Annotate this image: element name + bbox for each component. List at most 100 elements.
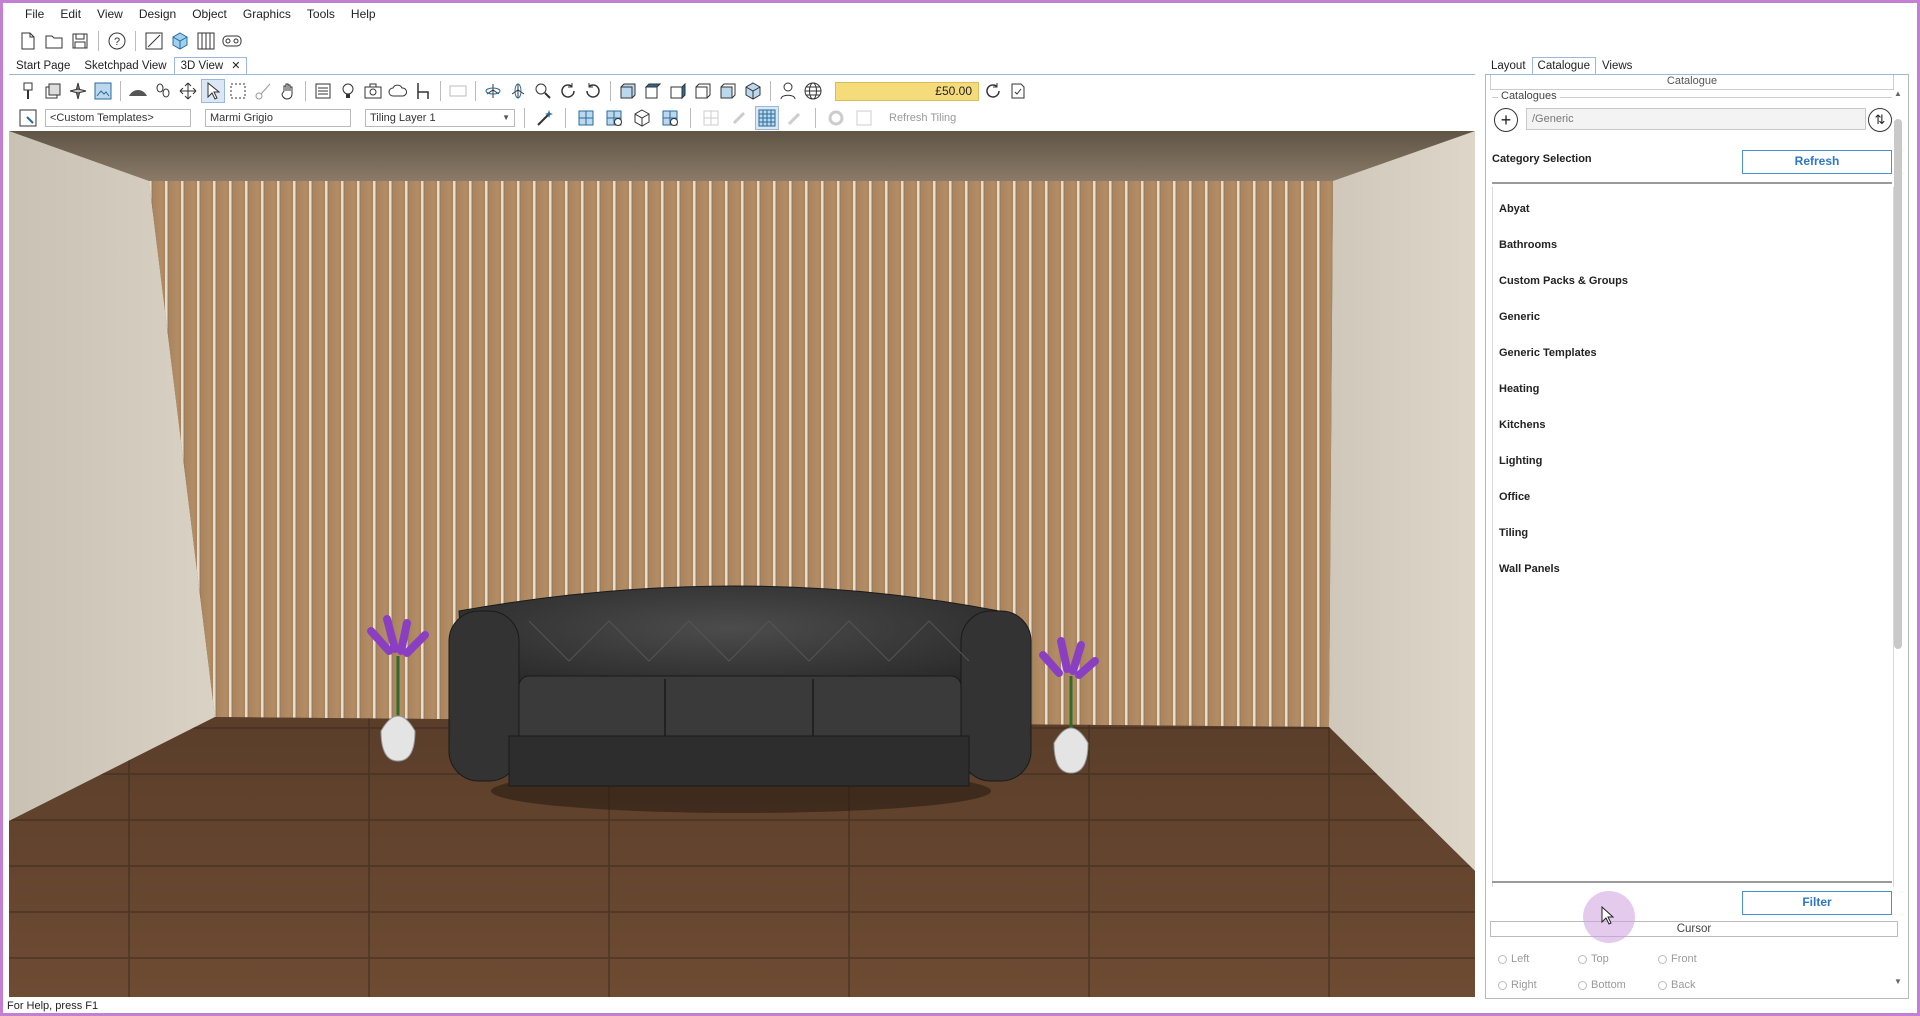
radio-bottom[interactable]: Bottom [1578, 979, 1658, 991]
sketch-layout-icon[interactable] [143, 30, 165, 52]
refresh-button[interactable]: Refresh [1742, 150, 1892, 174]
toolbar-separator [610, 81, 611, 101]
category-item-heating[interactable]: Heating [1499, 383, 1539, 395]
radio-dot [1658, 980, 1667, 990]
surface-icon[interactable] [127, 80, 149, 102]
tile-cube-icon[interactable] [631, 107, 653, 129]
menu-view[interactable]: View [89, 3, 131, 25]
scissors-icon[interactable] [252, 80, 274, 102]
marquee-select-icon[interactable] [227, 80, 249, 102]
template-field[interactable]: <Custom Templates> [45, 109, 191, 127]
tile-pattern-icon[interactable] [755, 106, 779, 130]
chair-icon[interactable] [412, 80, 434, 102]
compass-icon[interactable] [67, 80, 89, 102]
category-item-bathrooms[interactable]: Bathrooms [1499, 239, 1557, 251]
move-icon[interactable] [177, 80, 199, 102]
category-item-office[interactable]: Office [1499, 491, 1530, 503]
toolbar-separator [690, 108, 691, 128]
select-pointer-icon[interactable] [201, 79, 225, 103]
refresh-icon[interactable] [982, 80, 1004, 102]
new-file-icon[interactable] [17, 30, 39, 52]
3d-viewport[interactable] [9, 131, 1475, 997]
add-catalogue-icon[interactable]: + [1494, 108, 1518, 132]
catalogue-path-field[interactable]: /Generic [1526, 108, 1866, 130]
radio-back[interactable]: Back [1658, 979, 1738, 991]
layers-icon[interactable] [42, 80, 64, 102]
person-icon[interactable] [777, 80, 799, 102]
tiling-layer-select[interactable]: Tiling Layer 1 ▼ [365, 109, 515, 127]
tile-grid-icon[interactable] [575, 107, 597, 129]
scroll-down-icon[interactable]: ▼ [1892, 977, 1904, 986]
catalogues-group: Catalogues + /Generic ⇅ [1492, 90, 1892, 138]
frame-disabled-icon [447, 80, 469, 102]
material-field[interactable]: Marmi Grigio [205, 109, 351, 127]
category-item-tiling[interactable]: Tiling [1499, 527, 1528, 539]
magic-wand-icon[interactable] [534, 107, 556, 129]
panel-view-icon[interactable] [195, 30, 217, 52]
template-pick-icon[interactable] [17, 107, 39, 129]
tab-layout[interactable]: Layout [1485, 57, 1532, 75]
tile-map-disabled-icon [853, 107, 875, 129]
radio-right[interactable]: Right [1498, 979, 1578, 991]
category-item-abyat[interactable]: Abyat [1499, 203, 1530, 215]
radio-left-label: Left [1511, 953, 1530, 965]
cloud-icon[interactable] [387, 80, 409, 102]
view-front-icon[interactable] [617, 80, 639, 102]
scroll-up-icon[interactable]: ▲ [1892, 89, 1904, 98]
close-tab-icon[interactable]: ✕ [231, 60, 240, 72]
globe-icon[interactable] [802, 80, 824, 102]
light-bulb-icon[interactable] [337, 80, 359, 102]
filter-button[interactable]: Filter [1742, 891, 1892, 915]
tile-grid-add-icon[interactable] [603, 107, 625, 129]
tab-catalogue[interactable]: Catalogue [1531, 57, 1596, 75]
tiling-layer-value: Tiling Layer 1 [370, 112, 436, 124]
radio-left[interactable]: Left [1498, 953, 1578, 965]
list-properties-icon[interactable] [312, 80, 334, 102]
category-item-generic-templates[interactable]: Generic Templates [1499, 347, 1597, 359]
radio-top[interactable]: Top [1578, 953, 1658, 965]
tab-sketchpad-view[interactable]: Sketchpad View [77, 57, 173, 75]
category-item-lighting[interactable]: Lighting [1499, 455, 1542, 467]
menu-graphics[interactable]: Graphics [235, 3, 299, 25]
rotate-ccw-icon[interactable] [582, 80, 604, 102]
view-left-icon[interactable] [717, 80, 739, 102]
footprints-icon[interactable] [152, 80, 174, 102]
rotate-axis-x-icon[interactable] [482, 80, 504, 102]
view-side-icon[interactable] [667, 80, 689, 102]
camera-icon[interactable] [362, 80, 384, 102]
hand-pan-icon[interactable] [277, 80, 299, 102]
tile-settings-icon[interactable] [659, 107, 681, 129]
view-back-icon[interactable] [692, 80, 714, 102]
save-icon[interactable] [69, 30, 91, 52]
toolbar-separator [475, 81, 476, 101]
category-item-kitchens[interactable]: Kitchens [1499, 419, 1545, 431]
category-item-wall-panels[interactable]: Wall Panels [1499, 563, 1560, 575]
open-folder-icon[interactable] [43, 30, 65, 52]
paint-brush-icon[interactable] [17, 80, 39, 102]
menu-object[interactable]: Object [184, 3, 235, 25]
menu-file[interactable]: File [17, 3, 52, 25]
tab-start-page[interactable]: Start Page [9, 57, 77, 75]
menu-design[interactable]: Design [131, 3, 184, 25]
rotate-cw-icon[interactable] [557, 80, 579, 102]
category-item-custom-packs[interactable]: Custom Packs & Groups [1499, 275, 1628, 287]
view-iso-icon[interactable] [742, 80, 764, 102]
3d-box-icon[interactable] [169, 30, 191, 52]
menu-tools[interactable]: Tools [299, 3, 343, 25]
vr-headset-icon[interactable] [221, 30, 243, 52]
category-item-generic[interactable]: Generic [1499, 311, 1540, 323]
radio-front[interactable]: Front [1658, 953, 1738, 965]
help-icon[interactable]: ? [106, 30, 128, 52]
menu-edit[interactable]: Edit [52, 3, 89, 25]
view-top-icon[interactable] [642, 80, 664, 102]
picture-frame-icon[interactable] [92, 80, 114, 102]
rotate-axis-y-icon[interactable] [507, 80, 529, 102]
scroll-thumb[interactable] [1894, 119, 1902, 649]
checklist-icon[interactable] [1007, 80, 1029, 102]
zoom-icon[interactable] [532, 80, 554, 102]
panel-scrollbar[interactable]: ▲ ▼ [1892, 89, 1904, 989]
tab-3d-view[interactable]: 3D View ✕ [173, 57, 248, 75]
swap-catalogue-icon[interactable]: ⇅ [1868, 108, 1892, 132]
menu-help[interactable]: Help [343, 3, 384, 25]
tab-views[interactable]: Views [1596, 57, 1638, 75]
